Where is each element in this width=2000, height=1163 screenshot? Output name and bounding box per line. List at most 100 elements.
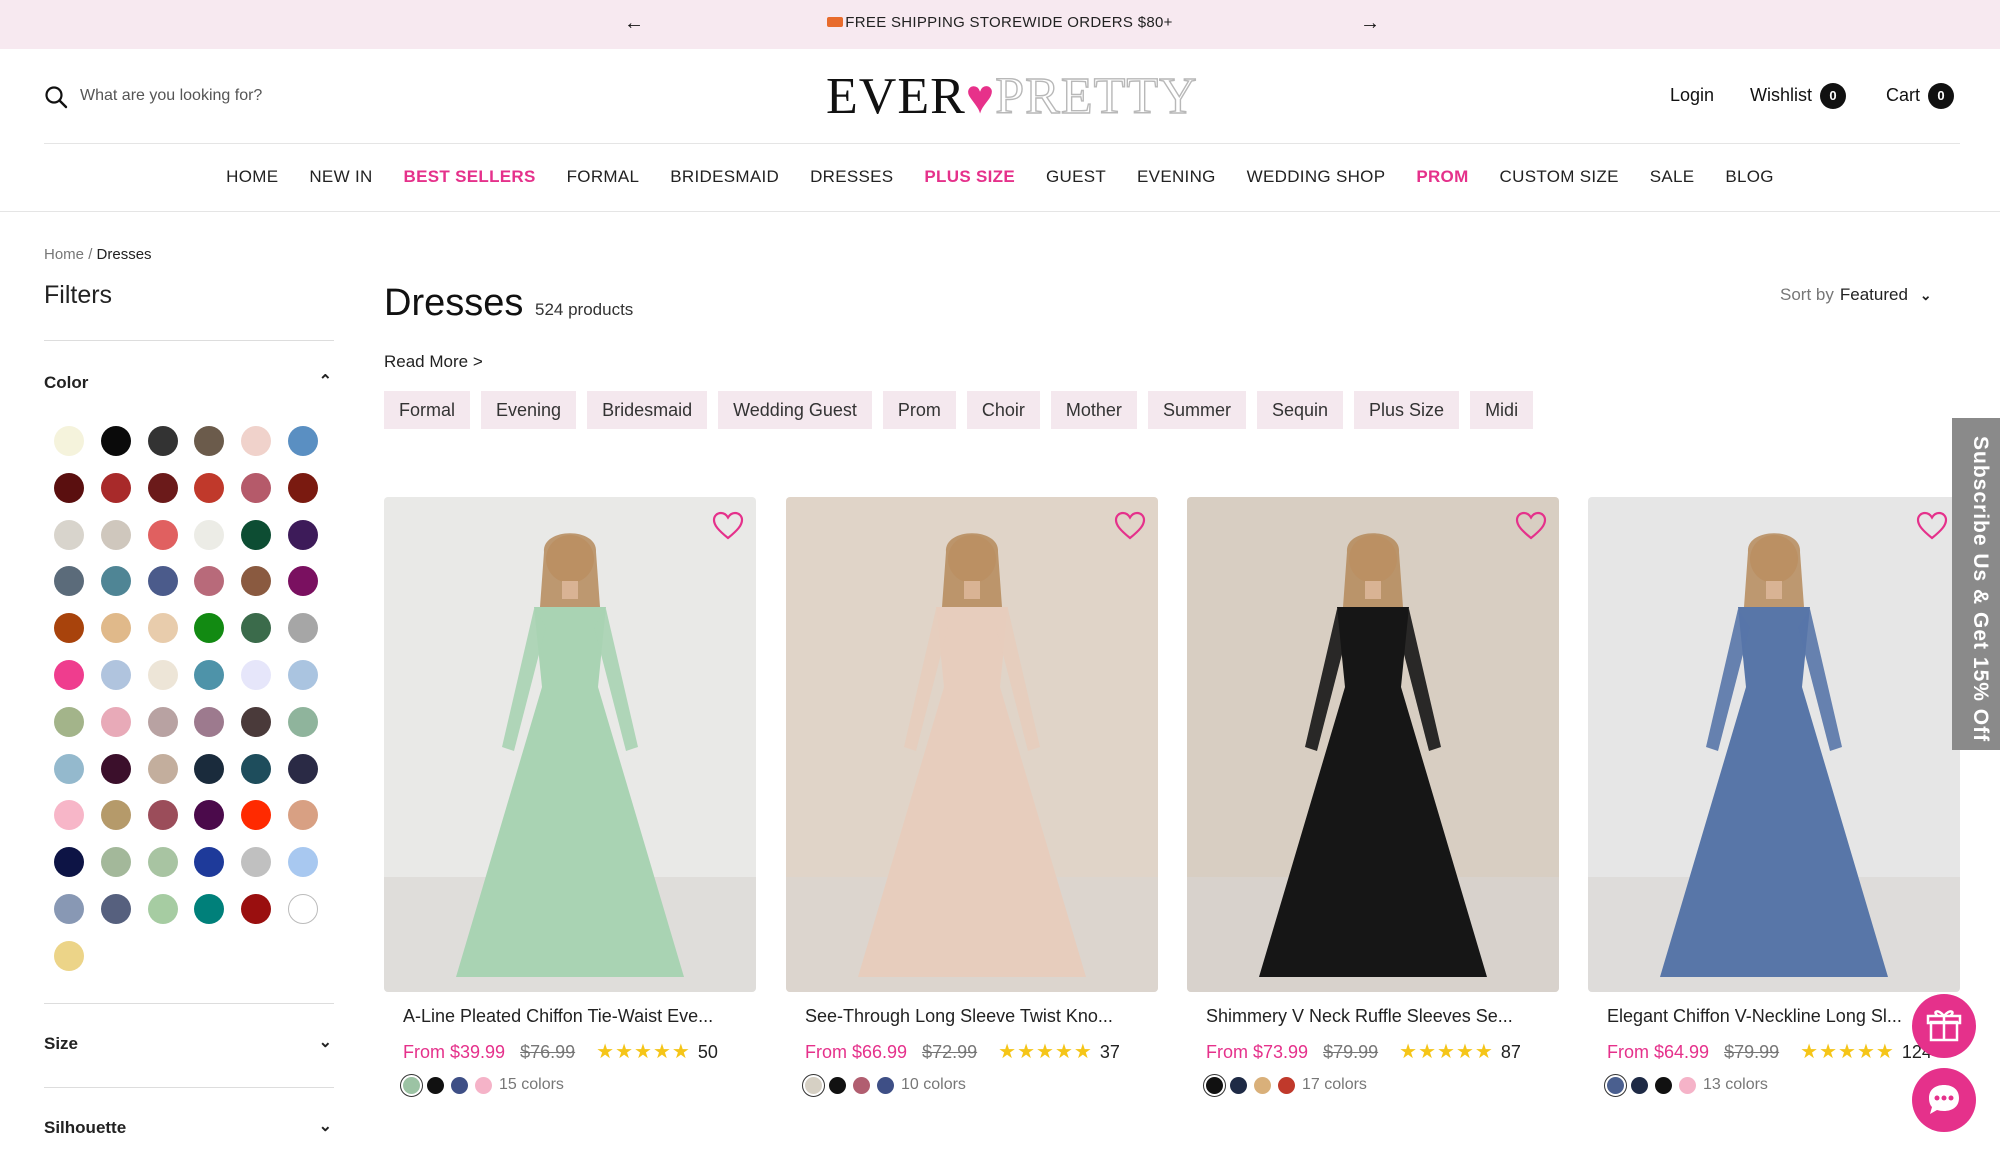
product-color-swatch[interactable] xyxy=(1631,1076,1648,1094)
color-swatch[interactable] xyxy=(100,472,131,503)
color-swatch[interactable] xyxy=(288,894,318,924)
color-swatch[interactable] xyxy=(54,660,84,690)
color-swatch[interactable] xyxy=(241,566,272,597)
color-swatch[interactable] xyxy=(100,847,131,878)
color-swatch[interactable] xyxy=(288,706,318,737)
color-swatch[interactable] xyxy=(288,566,318,597)
color-swatch[interactable] xyxy=(100,566,131,597)
chip-wedding-guest[interactable]: Wedding Guest xyxy=(718,391,872,429)
product-color-swatch[interactable] xyxy=(400,1073,423,1097)
color-swatch[interactable] xyxy=(54,753,84,784)
color-swatch[interactable] xyxy=(54,613,84,644)
color-swatch[interactable] xyxy=(288,613,318,644)
color-swatch[interactable] xyxy=(241,706,272,737)
product-image[interactable] xyxy=(384,497,756,992)
product-card[interactable]: Elegant Chiffon V-Neckline Long Sl... Fr… xyxy=(1588,497,1960,1097)
color-swatch[interactable] xyxy=(147,660,178,690)
size-facet-toggle[interactable]: Size ⌄ xyxy=(44,1034,334,1054)
color-swatch[interactable] xyxy=(100,426,131,456)
color-swatch[interactable] xyxy=(241,660,272,690)
color-swatch[interactable] xyxy=(147,426,178,456)
color-swatch[interactable] xyxy=(241,847,272,878)
logo[interactable]: EVER♥PRETTY xyxy=(826,68,1198,125)
wishlist-heart-icon[interactable] xyxy=(1515,511,1547,541)
color-swatch[interactable] xyxy=(194,566,225,597)
color-swatch[interactable] xyxy=(194,613,225,644)
color-swatch[interactable] xyxy=(147,753,178,784)
read-more-link[interactable]: Read More > xyxy=(384,352,483,372)
color-swatch[interactable] xyxy=(288,753,318,784)
product-card[interactable]: Shimmery V Neck Ruffle Sleeves Se... Fro… xyxy=(1187,497,1559,1097)
color-swatch[interactable] xyxy=(100,519,131,550)
arrow-right-icon[interactable]: → xyxy=(1360,12,1380,35)
color-facet-toggle[interactable]: Color ⌃ xyxy=(44,373,334,393)
nav-item-plus-size[interactable]: PLUS SIZE xyxy=(924,167,1015,187)
color-swatch[interactable] xyxy=(241,426,272,456)
color-swatch[interactable] xyxy=(54,940,84,971)
color-swatch[interactable] xyxy=(288,660,318,690)
nav-item-new-in[interactable]: NEW IN xyxy=(309,167,372,187)
color-swatch[interactable] xyxy=(100,660,131,690)
chip-sequin[interactable]: Sequin xyxy=(1256,391,1344,429)
color-swatch[interactable] xyxy=(54,847,84,878)
wishlist-heart-icon[interactable] xyxy=(1916,511,1948,541)
search-icon[interactable] xyxy=(44,85,68,109)
color-swatch[interactable] xyxy=(288,472,318,503)
chip-evening[interactable]: Evening xyxy=(481,391,577,429)
silhouette-facet-toggle[interactable]: Silhouette ⌄ xyxy=(44,1118,334,1138)
product-color-swatch[interactable] xyxy=(1604,1073,1627,1097)
wishlist-link[interactable]: Wishlist 0 xyxy=(1750,83,1846,109)
login-link[interactable]: Login xyxy=(1670,85,1714,106)
color-swatch[interactable] xyxy=(147,566,178,597)
nav-item-wedding-shop[interactable]: WEDDING SHOP xyxy=(1247,167,1386,187)
color-swatch[interactable] xyxy=(54,566,84,597)
color-swatch[interactable] xyxy=(54,894,84,924)
color-swatch[interactable] xyxy=(288,800,318,831)
color-swatch[interactable] xyxy=(288,519,318,550)
product-color-swatch[interactable] xyxy=(1655,1076,1672,1094)
product-color-swatch[interactable] xyxy=(802,1073,825,1097)
color-swatch[interactable] xyxy=(100,706,131,737)
color-swatch[interactable] xyxy=(54,800,84,831)
color-swatch[interactable] xyxy=(100,753,131,784)
chip-formal[interactable]: Formal xyxy=(384,391,471,429)
nav-item-blog[interactable]: BLOG xyxy=(1725,167,1773,187)
color-swatch[interactable] xyxy=(194,753,225,784)
chip-midi[interactable]: Midi xyxy=(1470,391,1534,429)
color-swatch[interactable] xyxy=(241,519,272,550)
color-swatch[interactable] xyxy=(194,660,225,690)
color-swatch[interactable] xyxy=(100,613,131,644)
color-swatch[interactable] xyxy=(147,472,178,503)
color-swatch[interactable] xyxy=(288,426,318,456)
product-card[interactable]: A-Line Pleated Chiffon Tie-Waist Eve... … xyxy=(384,497,756,1097)
product-color-swatch[interactable] xyxy=(853,1076,870,1094)
cart-link[interactable]: Cart 0 xyxy=(1886,83,1955,109)
nav-item-prom[interactable]: PROM xyxy=(1416,167,1468,187)
color-swatch[interactable] xyxy=(147,847,178,878)
nav-item-dresses[interactable]: DRESSES xyxy=(810,167,893,187)
breadcrumb-home[interactable]: Home xyxy=(44,246,84,263)
product-name[interactable]: A-Line Pleated Chiffon Tie-Waist Eve... xyxy=(384,1006,744,1027)
product-color-swatch[interactable] xyxy=(1278,1076,1295,1094)
chip-bridesmaid[interactable]: Bridesmaid xyxy=(587,391,708,429)
product-card[interactable]: See-Through Long Sleeve Twist Kno... Fro… xyxy=(786,497,1158,1097)
nav-item-home[interactable]: HOME xyxy=(226,167,278,187)
nav-item-formal[interactable]: FORMAL xyxy=(567,167,640,187)
chip-summer[interactable]: Summer xyxy=(1147,391,1246,429)
color-swatch[interactable] xyxy=(194,894,225,924)
color-swatch[interactable] xyxy=(194,847,225,878)
nav-item-best-sellers[interactable]: BEST SELLERS xyxy=(404,167,536,187)
color-swatch[interactable] xyxy=(241,894,272,924)
product-color-swatch[interactable] xyxy=(1230,1076,1247,1094)
color-swatch[interactable] xyxy=(147,800,178,831)
color-swatch[interactable] xyxy=(194,519,225,550)
product-name[interactable]: See-Through Long Sleeve Twist Kno... xyxy=(786,1006,1146,1027)
chat-button[interactable] xyxy=(1912,1068,1976,1132)
color-swatch[interactable] xyxy=(147,613,178,644)
chip-choir[interactable]: Choir xyxy=(966,391,1040,429)
color-swatch[interactable] xyxy=(54,472,84,503)
product-image[interactable] xyxy=(786,497,1158,992)
chip-prom[interactable]: Prom xyxy=(882,391,956,429)
nav-item-sale[interactable]: SALE xyxy=(1650,167,1695,187)
color-swatch[interactable] xyxy=(288,847,318,878)
